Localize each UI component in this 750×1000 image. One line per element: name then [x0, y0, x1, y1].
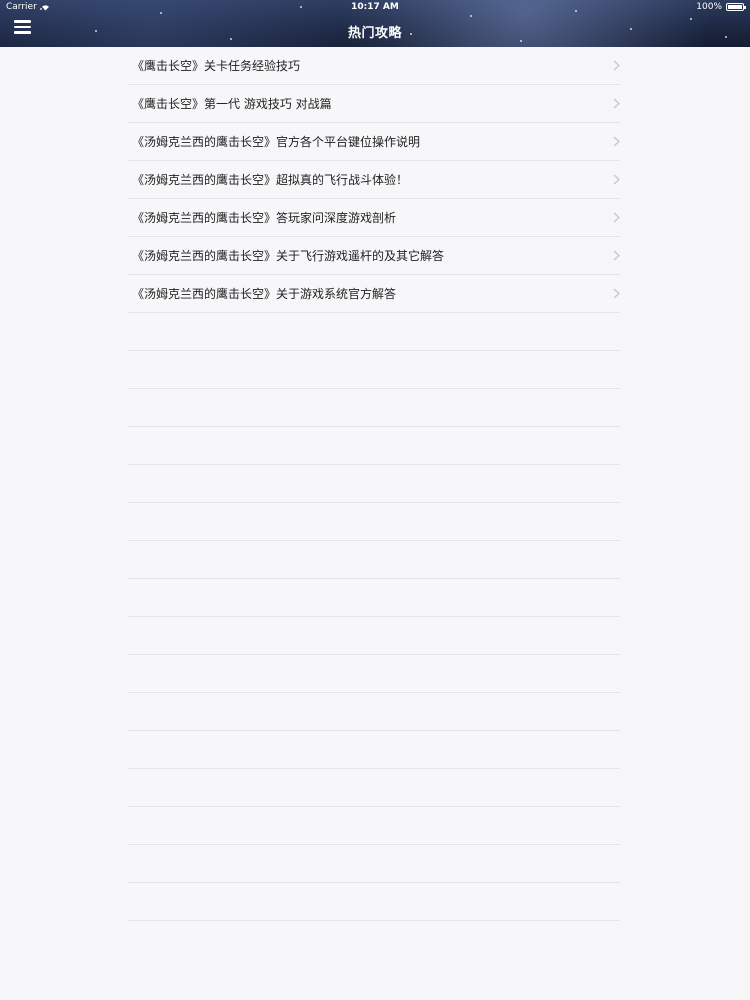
- empty-row: [128, 313, 620, 351]
- battery-indicator: 100%: [696, 0, 746, 14]
- empty-row: [128, 655, 620, 693]
- empty-row: [128, 693, 620, 731]
- list-item-label: 《汤姆克兰西的鹰击长空》超拟真的飞行战斗体验！: [132, 173, 409, 187]
- list-item[interactable]: 《汤姆克兰西的鹰击长空》关于游戏系统官方解答: [128, 275, 620, 313]
- list-item[interactable]: 《鹰击长空》第一代 游戏技巧 对战篇: [128, 85, 620, 123]
- chevron-right-icon: [613, 136, 620, 147]
- navigation-bar: Carrier 10:17 AM 100% 热门攻略: [0, 0, 750, 47]
- list-item[interactable]: 《汤姆克兰西的鹰击长空》超拟真的飞行战斗体验！: [128, 161, 620, 199]
- chevron-right-icon: [613, 250, 620, 261]
- list-item-label: 《鹰击长空》关卡任务经验技巧: [132, 59, 301, 73]
- list-item[interactable]: 《汤姆克兰西的鹰击长空》答玩家问深度游戏剖析: [128, 199, 620, 237]
- list-item-label: 《汤姆克兰西的鹰击长空》官方各个平台键位操作说明: [132, 135, 421, 149]
- list-item-label: 《汤姆克兰西的鹰击长空》关于游戏系统官方解答: [132, 287, 397, 301]
- chevron-right-icon: [613, 98, 620, 109]
- chevron-right-icon: [613, 288, 620, 299]
- list-item[interactable]: 《汤姆克兰西的鹰击长空》关于飞行游戏遥杆的及其它解答: [128, 237, 620, 275]
- empty-row: [128, 389, 620, 427]
- chevron-right-icon: [613, 60, 620, 71]
- chevron-right-icon: [613, 174, 620, 185]
- list-item[interactable]: 《鹰击长空》关卡任务经验技巧: [128, 47, 620, 85]
- status-time: 10:17 AM: [351, 2, 399, 12]
- empty-row: [128, 503, 620, 541]
- empty-row: [128, 731, 620, 769]
- empty-row: [128, 807, 620, 845]
- empty-row: [128, 617, 620, 655]
- empty-row: [128, 351, 620, 389]
- list-item-label: 《汤姆克兰西的鹰击长空》答玩家问深度游戏剖析: [132, 211, 397, 225]
- empty-row: [128, 769, 620, 807]
- page-title: 热门攻略: [347, 26, 402, 41]
- empty-row: [128, 845, 620, 883]
- battery-label: 100%: [696, 2, 722, 12]
- list-item-label: 《汤姆克兰西的鹰击长空》关于飞行游戏遥杆的及其它解答: [132, 249, 445, 263]
- empty-row: [128, 883, 620, 921]
- list-item[interactable]: 《汤姆克兰西的鹰击长空》官方各个平台键位操作说明: [128, 123, 620, 161]
- battery-icon: [726, 3, 746, 11]
- status-bar: Carrier 10:17 AM 100%: [0, 0, 750, 14]
- empty-row: [128, 541, 620, 579]
- empty-row: [128, 579, 620, 617]
- guide-list: 《鹰击长空》关卡任务经验技巧 《鹰击长空》第一代 游戏技巧 对战篇 《汤姆克兰西…: [128, 47, 620, 921]
- empty-row: [128, 427, 620, 465]
- list-item-label: 《鹰击长空》第一代 游戏技巧 对战篇: [132, 97, 332, 111]
- chevron-right-icon: [613, 212, 620, 223]
- empty-row: [128, 465, 620, 503]
